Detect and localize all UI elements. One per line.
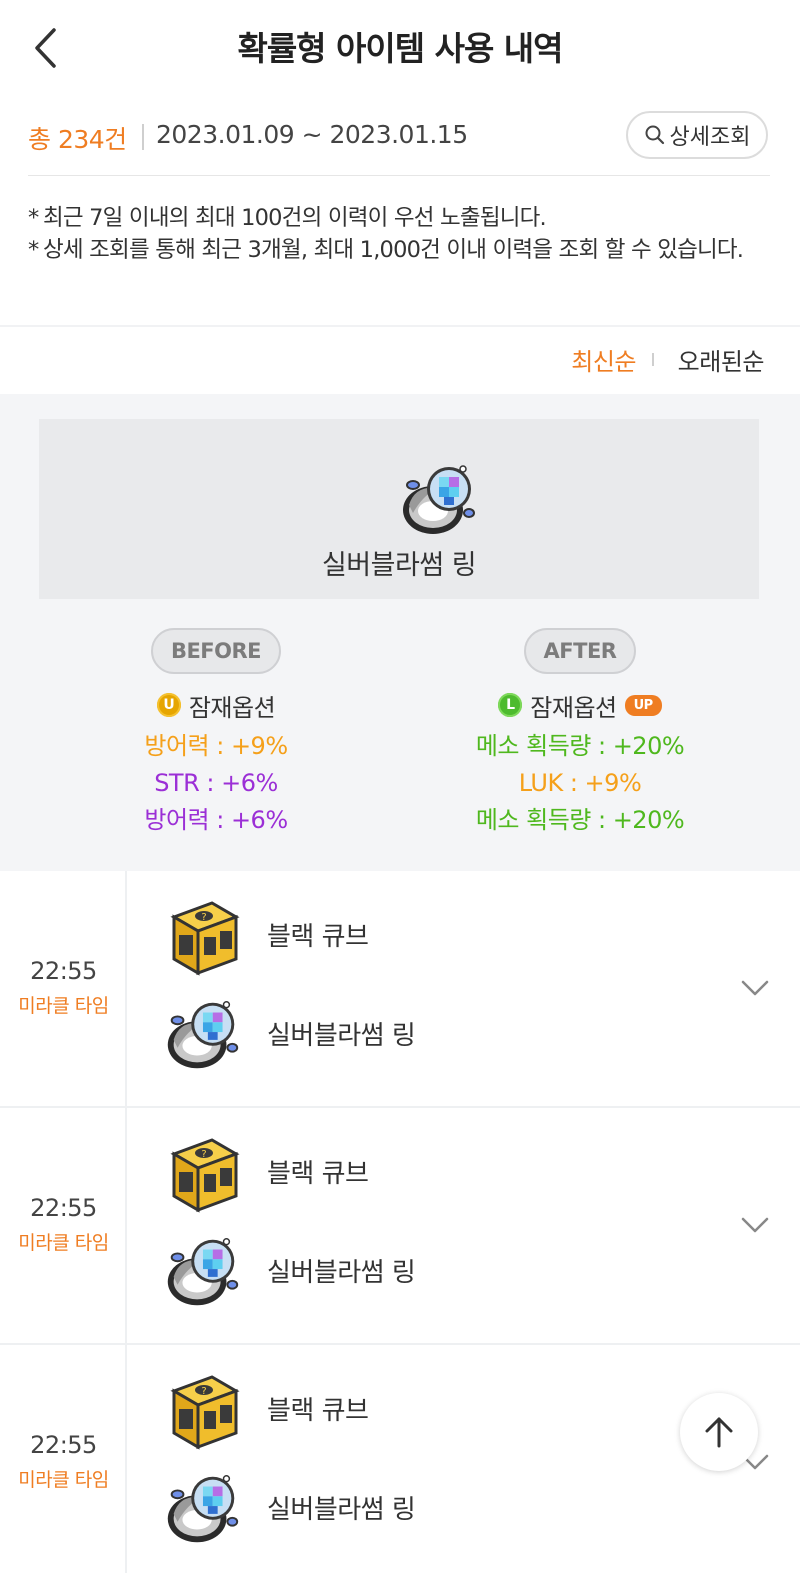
item-name: 실버블라썸 링 xyxy=(267,1021,416,1051)
history-row[interactable]: 22:55 미라클 타임 블랙 큐브 실버블라썸 링 xyxy=(0,1345,800,1573)
sort-oldest-button[interactable]: 오래된순 xyxy=(678,342,765,377)
page-title: 확률형 아이템 사용 내역 xyxy=(237,29,563,68)
potential-title: 잠재옵션 xyxy=(530,693,617,722)
after-column: AFTER L 잠재옵션 UP 메소 획득량 : +20% LUK : +9% 메소… xyxy=(430,628,730,839)
black-cube-icon xyxy=(158,893,246,981)
item-name: 실버블라썸 링 xyxy=(321,550,477,581)
sort-divider xyxy=(652,353,654,366)
sort-newest-button[interactable]: 최신순 xyxy=(571,342,636,377)
notice-text: 최근 7일 이내의 최대 100건의 이력이 우선 노출됩니다. xyxy=(43,205,547,231)
chevron-down-icon[interactable] xyxy=(738,977,772,999)
notice-text: 상세 조회를 통해 최근 3개월, 최대 1,000건 이내 이력을 조회 할 … xyxy=(43,237,744,263)
time-column: 22:55 미라클 타임 xyxy=(0,1108,127,1343)
black-cube-icon xyxy=(158,1130,246,1218)
record-time: 22:55 xyxy=(30,957,97,985)
potential-option: STR : +6% xyxy=(154,769,278,797)
silver-blossom-ring-icon xyxy=(158,1465,246,1553)
potential-option: 메소 획득량 : +20% xyxy=(475,806,685,834)
summary-divider xyxy=(142,124,144,150)
cube-name: 블랙 큐브 xyxy=(267,1159,369,1189)
potential-option: 방어력 : +9% xyxy=(144,732,288,760)
after-label: AFTER xyxy=(523,628,637,674)
arrow-up-icon xyxy=(705,1417,733,1448)
notice-item: * 상세 조회를 통해 최근 3개월, 최대 1,000건 이내 이력을 조회 할… xyxy=(28,237,744,263)
after-options: 메소 획득량 : +20% LUK : +9% 메소 획득량 : +20% xyxy=(430,728,730,839)
detail-panel: 실버블라썸 링 BEFORE U 잠재옵션 방어력 : +9% STR : +6%… xyxy=(0,394,800,871)
detail-search-label: 상세조회 xyxy=(669,125,751,150)
before-options: 방어력 : +9% STR : +6% 방어력 : +6% xyxy=(66,728,366,839)
potential-option: 방어력 : +6% xyxy=(144,806,288,834)
date-range: 2023.01.09 ~ 2023.01.15 xyxy=(156,120,468,149)
miracle-time-tag: 미라클 타임 xyxy=(18,1232,109,1254)
time-column: 22:55 미라클 타임 xyxy=(0,871,127,1106)
legendary-grade-icon: L xyxy=(498,693,523,717)
notice-item: * 최근 7일 이내의 최대 100건의 이력이 우선 노출됩니다. xyxy=(28,205,547,231)
before-label: BEFORE xyxy=(150,628,282,674)
item-name: 실버블라썸 링 xyxy=(267,1258,416,1288)
chevron-down-icon[interactable] xyxy=(738,1214,772,1236)
silver-blossom-ring-icon xyxy=(393,455,483,545)
item-name: 실버블라썸 링 xyxy=(267,1495,416,1525)
before-column: BEFORE U 잠재옵션 방어력 : +9% STR : +6% 방어력 : +6… xyxy=(66,628,366,839)
detail-search-button[interactable]: 상세조회 xyxy=(626,111,768,159)
item-card: 실버블라썸 링 xyxy=(39,419,759,599)
black-cube-icon xyxy=(158,1367,246,1455)
silver-blossom-ring-icon xyxy=(158,1228,246,1316)
before-potential-header: U 잠재옵션 xyxy=(66,688,366,722)
scroll-to-top-button[interactable] xyxy=(680,1393,758,1471)
up-badge: UP xyxy=(624,694,662,716)
summary-bar: 총 234건 2023.01.09 ~ 2023.01.15 상세조회 xyxy=(28,108,770,176)
history-row[interactable]: 22:55 미라클 타임 블랙 큐브 실버블라썸 링 xyxy=(0,871,800,1108)
header: 확률형 아이템 사용 내역 xyxy=(0,0,800,92)
after-potential-header: L 잠재옵션 UP xyxy=(430,688,730,722)
unique-grade-icon: U xyxy=(156,693,181,717)
notice-list: * 최근 7일 이내의 최대 100건의 이력이 우선 노출됩니다. * 상세 조회… xyxy=(28,202,776,266)
time-column: 22:55 미라클 타임 xyxy=(0,1345,127,1573)
potential-option: LUK : +9% xyxy=(518,769,642,797)
record-time: 22:55 xyxy=(30,1431,97,1459)
potential-option: 메소 획득량 : +20% xyxy=(475,732,685,760)
miracle-time-tag: 미라클 타임 xyxy=(18,995,109,1017)
total-count: 총 234건 xyxy=(28,125,127,154)
cube-name: 블랙 큐브 xyxy=(267,1396,369,1426)
history-row[interactable]: 22:55 미라클 타임 블랙 큐브 실버블라썸 링 xyxy=(0,1108,800,1345)
cube-name: 블랙 큐브 xyxy=(267,922,369,952)
search-icon xyxy=(645,125,664,145)
miracle-time-tag: 미라클 타임 xyxy=(18,1469,109,1491)
record-time: 22:55 xyxy=(30,1194,97,1222)
potential-title: 잠재옵션 xyxy=(188,693,276,722)
silver-blossom-ring-icon xyxy=(158,991,246,1079)
sort-bar: 최신순 오래된순 xyxy=(0,327,800,394)
